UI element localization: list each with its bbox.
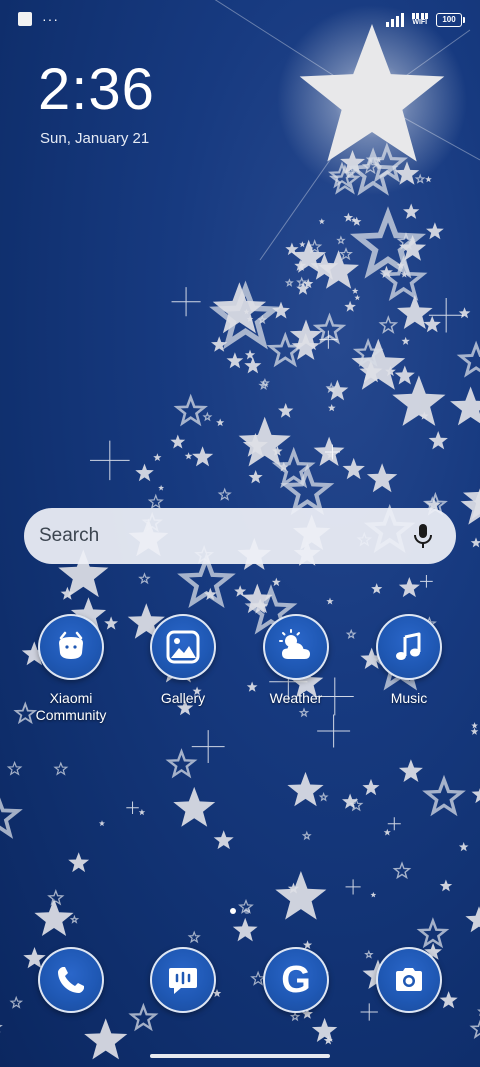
- battery-icon: 100: [436, 12, 465, 27]
- dock-phone[interactable]: [16, 947, 126, 1013]
- clock-date: Sun, January 21: [40, 130, 150, 147]
- signal-icon: [385, 12, 404, 27]
- status-bar: ··· WIFI 100: [0, 0, 480, 40]
- app-music[interactable]: Music: [354, 614, 464, 707]
- app-label: Music: [390, 690, 428, 706]
- mic-icon[interactable]: [412, 523, 434, 549]
- app-label: Xiaomi Community: [35, 690, 107, 723]
- app-gallery[interactable]: Gallery: [128, 614, 238, 707]
- wifi-icon: WIFI: [411, 12, 428, 27]
- page-dot-active[interactable]: [230, 908, 236, 914]
- more-dots-icon: ···: [42, 11, 59, 27]
- page-dot[interactable]: [244, 908, 250, 914]
- wifi-label: WIFI: [412, 19, 428, 26]
- music-icon: [376, 614, 442, 680]
- app-label: Weather: [269, 690, 323, 706]
- weather-icon: [263, 614, 329, 680]
- search-bar[interactable]: Search: [24, 508, 456, 564]
- camera-icon: [376, 947, 442, 1013]
- messages-icon: [150, 947, 216, 1013]
- phone-icon: [38, 947, 104, 1013]
- app-xiaomi-community[interactable]: Xiaomi Community: [16, 614, 126, 724]
- home-indicator[interactable]: [150, 1054, 330, 1058]
- gallery-icon: [150, 614, 216, 680]
- search-placeholder: Search: [39, 525, 100, 546]
- app-label: Gallery: [160, 690, 206, 706]
- dock-camera[interactable]: [354, 947, 464, 1013]
- google-letter: G: [281, 959, 311, 1001]
- xiaomi-community-icon: [38, 614, 104, 680]
- dock-google[interactable]: G: [241, 947, 351, 1013]
- google-icon: G: [263, 947, 329, 1013]
- notification-square-icon: [18, 12, 32, 26]
- clock-time: 2:36: [38, 57, 155, 122]
- app-weather[interactable]: Weather: [241, 614, 351, 707]
- page-indicator: [0, 908, 480, 914]
- dock-messages[interactable]: [128, 947, 238, 1013]
